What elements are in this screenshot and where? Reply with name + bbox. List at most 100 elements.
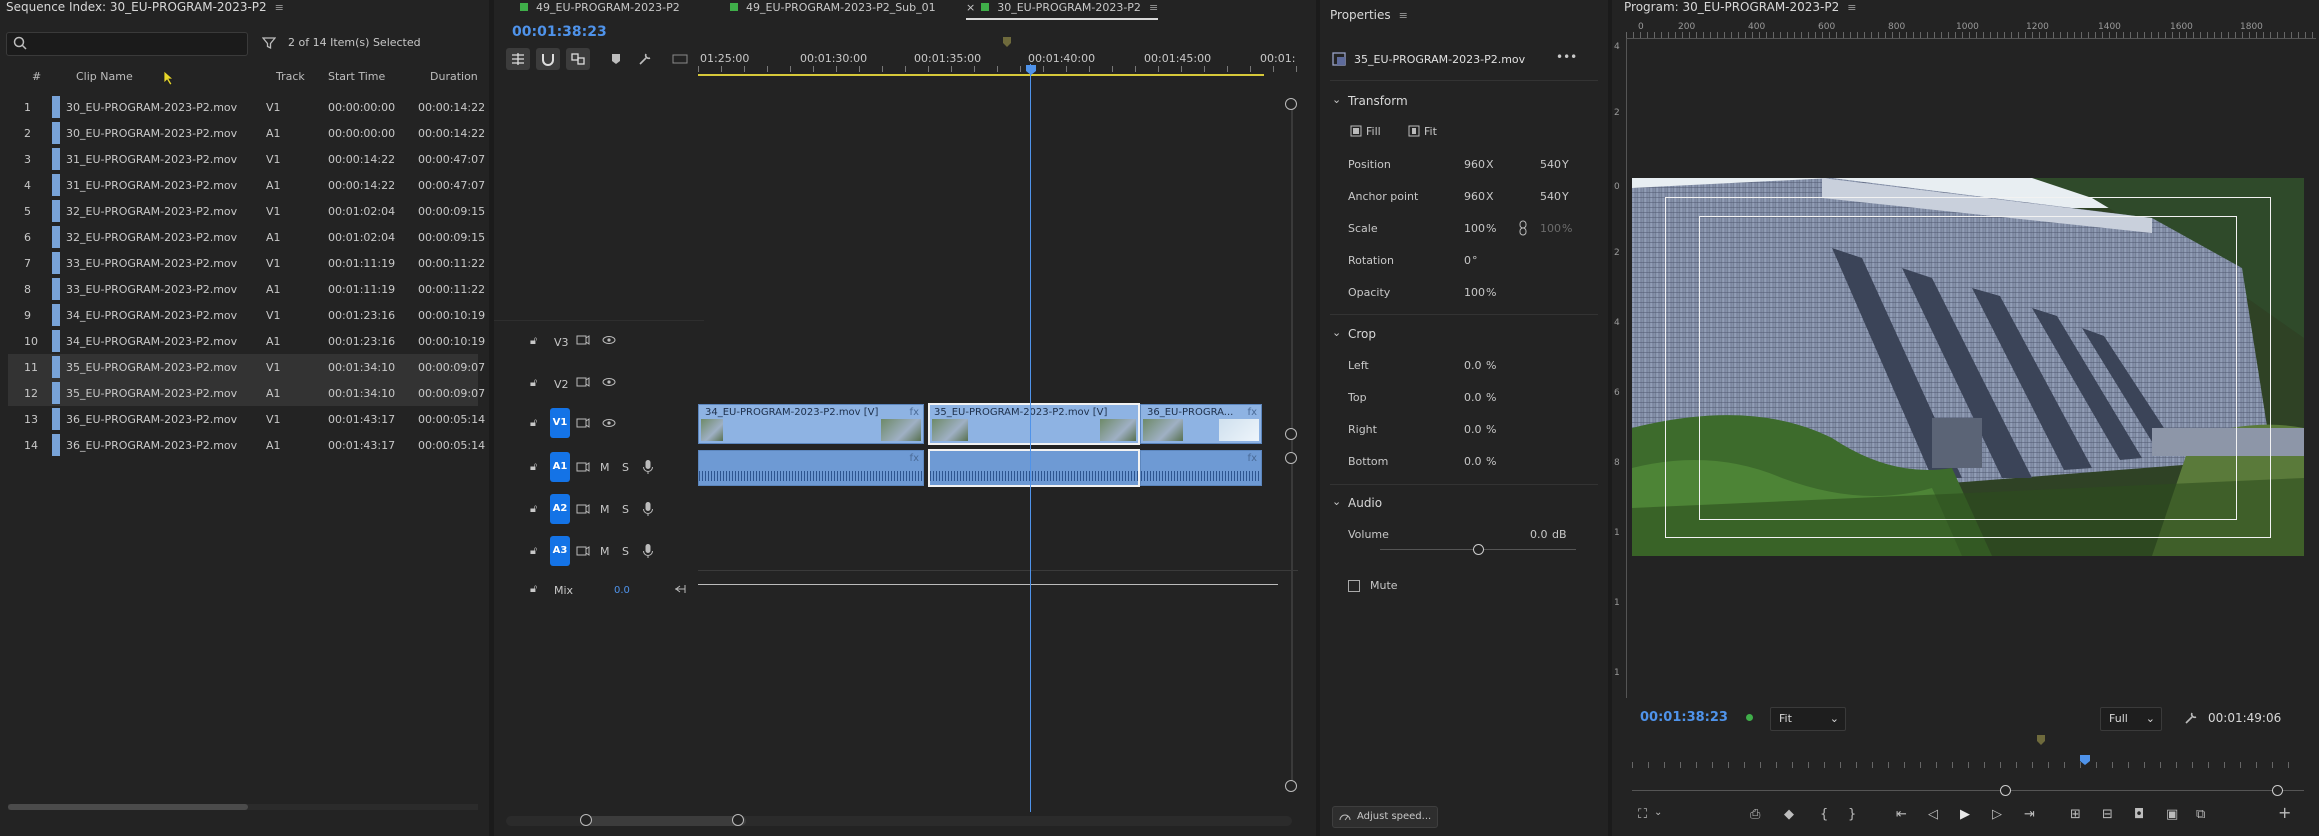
add-marker-icon[interactable]: ◆ (1784, 807, 1794, 822)
scroll-handle-bottom[interactable] (1285, 780, 1297, 792)
microphone-icon[interactable] (642, 501, 654, 517)
panel-menu-icon[interactable]: ≡ (275, 1, 284, 14)
lock-icon[interactable]: 🔓︎ (530, 416, 537, 430)
mute-checkbox[interactable] (1348, 580, 1360, 592)
tab-sequence-49-sub[interactable]: 49_EU-PROGRAM-2023-P2_Sub_01 (730, 0, 936, 18)
section-transform[interactable]: Transform (1348, 94, 1408, 108)
video-clip-35-selected[interactable]: 35_EU-PROGRAM-2023-P2.mov [V] (928, 403, 1140, 445)
sync-lock-icon[interactable] (576, 375, 590, 389)
go-to-out-icon[interactable]: ⇥ (2024, 807, 2035, 822)
eye-icon[interactable] (602, 375, 616, 389)
mix-end-icon[interactable] (674, 583, 688, 595)
table-row[interactable]: 11 35_EU-PROGRAM-2023-P2.mov V1 00:01:34:10… (8, 354, 485, 380)
table-row[interactable]: 9 34_EU-PROGRAM-2023-P2.mov V1 00:01:23:16 0… (8, 302, 485, 328)
audio-clip-35-selected[interactable] (928, 449, 1140, 487)
track-target-a2[interactable]: A2 (550, 494, 570, 524)
lock-icon[interactable]: 🔓︎ (530, 334, 537, 348)
chevron-down-icon[interactable]: ⌄ (1332, 93, 1341, 106)
video-clip-34[interactable]: 34_EU-PROGRAM-2023-P2.mov [V] fx (698, 404, 924, 444)
track-target-a3[interactable]: A3 (550, 536, 570, 566)
zoom-handle-left[interactable] (580, 814, 592, 826)
zoom-handle-right[interactable] (732, 814, 744, 826)
crop-left-value[interactable]: 0.0 (1464, 359, 1482, 372)
table-row[interactable]: 10 34_EU-PROGRAM-2023-P2.mov A1 00:01:23:16… (8, 328, 485, 354)
column-duration[interactable]: Duration (430, 70, 478, 83)
chevron-down-icon[interactable]: ⌄ (1332, 326, 1341, 339)
table-row[interactable]: 13 36_EU-PROGRAM-2023-P2.mov V1 00:01:43:17… (8, 406, 485, 432)
camera-icon[interactable]: ◘ (2134, 807, 2144, 822)
wrench-icon[interactable] (2184, 711, 2198, 725)
anchor-y-value[interactable]: 540 (1540, 190, 1561, 203)
close-icon[interactable]: × (966, 1, 975, 14)
add-button-icon[interactable]: + (2278, 803, 2291, 822)
horizontal-scrollbar[interactable] (8, 804, 478, 810)
scrollbar-thumb[interactable] (8, 804, 248, 810)
settings-icon[interactable]: ⛶ (1638, 807, 1647, 822)
timeline-timecode[interactable]: 00:01:38:23 (512, 24, 607, 40)
add-marker-icon[interactable] (610, 53, 622, 65)
time-ruler[interactable]: 01:25:00 00:01:30:00 00:01:35:00 00:01:4… (698, 52, 1298, 76)
adjust-speed-button[interactable]: Adjust speed... (1332, 806, 1438, 828)
program-timecode[interactable]: 00:01:38:23 (1640, 710, 1728, 725)
fit-icon[interactable] (1408, 125, 1420, 137)
column-start-time[interactable]: Start Time (328, 70, 385, 83)
mute-track-button[interactable]: M (600, 461, 610, 474)
volume-value[interactable]: 0.0 (1530, 528, 1548, 541)
overwrite-icon[interactable]: ⊟ (2102, 807, 2113, 822)
fit-button[interactable]: Fit (1424, 125, 1437, 138)
solo-track-button[interactable]: S (622, 461, 629, 474)
tab-sequence-30[interactable]: × 30_EU-PROGRAM-2023-P2 ≡ (966, 0, 1159, 20)
sync-lock-icon[interactable] (576, 416, 590, 430)
crop-bottom-value[interactable]: 0.0 (1464, 455, 1482, 468)
playhead-handle[interactable] (1025, 64, 1037, 76)
track-target-v1[interactable]: V1 (550, 408, 570, 438)
scrollbar-thumb[interactable] (586, 816, 746, 826)
tab-menu-icon[interactable]: ≡ (1149, 1, 1158, 14)
table-row[interactable]: 12 35_EU-PROGRAM-2023-P2.mov A1 00:01:34:10… (8, 380, 485, 406)
microphone-icon[interactable] (642, 459, 654, 475)
mute-track-button[interactable]: M (600, 545, 610, 558)
audio-clip-34[interactable]: fx (698, 450, 924, 486)
comparison-view-icon[interactable]: ▣ (2166, 807, 2178, 822)
link-icon[interactable] (1518, 220, 1528, 236)
table-row[interactable]: 2 30_EU-PROGRAM-2023-P2.mov A1 00:00:00:00 0… (8, 120, 485, 146)
linked-selection-button[interactable] (566, 48, 590, 70)
scroll-handle[interactable] (1285, 452, 1297, 464)
zoom-dropdown[interactable]: Fit ⌄ (1770, 707, 1846, 731)
proxy-toggle-icon[interactable]: ⧉ (2196, 807, 2205, 822)
scale-value[interactable]: 100 (1464, 222, 1485, 235)
export-frame-icon[interactable]: ⎙ (1750, 807, 1760, 822)
section-audio[interactable]: Audio (1348, 496, 1382, 510)
eye-icon[interactable] (602, 333, 616, 347)
solo-track-button[interactable]: S (622, 545, 629, 558)
lock-icon[interactable]: 🔓︎ (530, 376, 537, 390)
mark-out-icon[interactable]: } (1848, 807, 1856, 822)
work-area-bar[interactable] (698, 74, 1264, 76)
filter-icon[interactable] (262, 36, 276, 50)
lock-icon[interactable]: 🔓︎ (530, 502, 537, 516)
mark-in-icon[interactable]: { (1820, 807, 1828, 822)
position-y-value[interactable]: 540 (1540, 158, 1561, 171)
more-options-icon[interactable]: ••• (1556, 50, 1577, 64)
sync-lock-icon[interactable] (576, 460, 590, 474)
fill-icon[interactable] (1350, 125, 1362, 137)
crop-top-value[interactable]: 0.0 (1464, 391, 1482, 404)
playback-resolution-dropdown[interactable]: Full ⌄ (2100, 707, 2162, 731)
solo-track-button[interactable]: S (622, 503, 629, 516)
program-zoom-bar[interactable] (1632, 790, 2304, 791)
mix-level-line[interactable] (698, 584, 1278, 585)
table-row[interactable]: 7 33_EU-PROGRAM-2023-P2.mov V1 00:01:11:19 0… (8, 250, 485, 276)
panel-menu-icon[interactable]: ≡ (1847, 1, 1856, 14)
insert-icon[interactable]: ⊞ (2070, 807, 2081, 822)
track-target-a1[interactable]: A1 (550, 452, 570, 482)
captions-icon[interactable] (672, 54, 688, 64)
table-row[interactable]: 3 31_EU-PROGRAM-2023-P2.mov V1 00:00:14:22 0… (8, 146, 485, 172)
anchor-x-value[interactable]: 960 (1464, 190, 1485, 203)
vertical-zoom-scrollbar[interactable] (1291, 100, 1293, 790)
horizontal-zoom-scrollbar[interactable] (506, 816, 1292, 826)
program-time-ruler[interactable] (1632, 762, 2304, 768)
lock-icon[interactable]: 🔓︎ (530, 582, 537, 596)
marker-icon[interactable] (1002, 36, 1012, 48)
table-row[interactable]: 1 30_EU-PROGRAM-2023-P2.mov V1 00:00:00:00 0… (8, 94, 485, 120)
column-clip-name[interactable]: Clip Name (76, 70, 133, 83)
